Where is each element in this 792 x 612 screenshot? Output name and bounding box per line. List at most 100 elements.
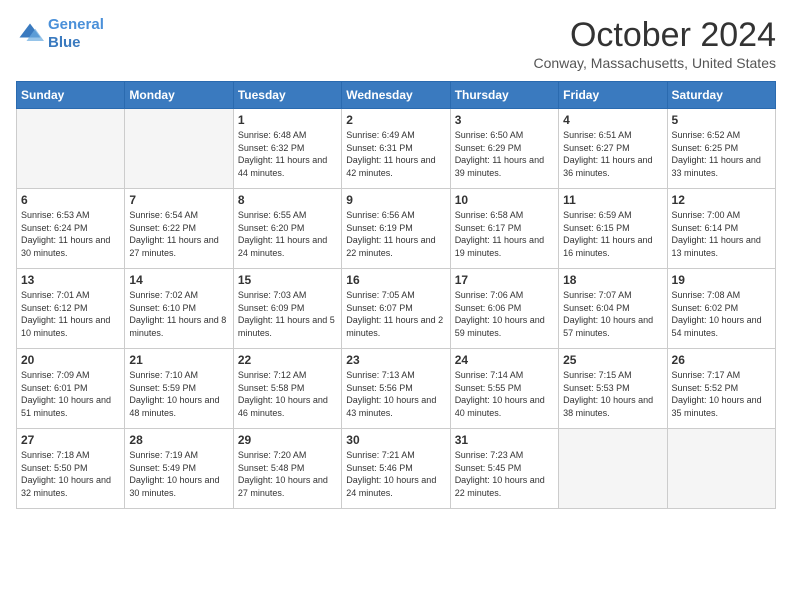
day-number: 28 (129, 433, 228, 447)
calendar-cell: 4 Sunrise: 6:51 AMSunset: 6:27 PMDaylight… (559, 109, 667, 189)
day-number: 26 (672, 353, 771, 367)
calendar-cell: 5Sunrise: 6:52 AMSunset: 6:25 PMDaylight… (667, 109, 775, 189)
day-info: Sunrise: 6:55 AMSunset: 6:20 PMDaylight:… (238, 209, 337, 259)
day-header-saturday: Saturday (667, 82, 775, 109)
calendar-cell: 14 Sunrise: 7:02 AMSunset: 6:10 PMDayligh… (125, 269, 233, 349)
calendar-cell: 17Sunrise: 7:06 AMSunset: 6:06 PMDayligh… (450, 269, 558, 349)
logo-icon (16, 20, 44, 48)
day-info: Sunrise: 6:51 AMSunset: 6:27 PMDaylight:… (563, 129, 662, 179)
calendar-cell: 2Sunrise: 6:49 AMSunset: 6:31 PMDaylight… (342, 109, 450, 189)
logo-line2: Blue (48, 34, 81, 51)
day-header-monday: Monday (125, 82, 233, 109)
day-info: Sunrise: 6:49 AMSunset: 6:31 PMDaylight:… (346, 129, 445, 179)
calendar-cell: 16 Sunrise: 7:05 AMSunset: 6:07 PMDayligh… (342, 269, 450, 349)
day-number: 12 (672, 193, 771, 207)
calendar-cell: 31 Sunrise: 7:23 AMSunset: 5:45 PMDayligh… (450, 429, 558, 509)
day-info: Sunrise: 6:50 AMSunset: 6:29 PMDaylight:… (455, 129, 554, 179)
day-info: Sunrise: 7:00 AMSunset: 6:14 PMDaylight:… (672, 209, 771, 259)
week-row-1: 1 Sunrise: 6:48 AMSunset: 6:32 PMDaylight… (17, 109, 776, 189)
week-row-2: 6 Sunrise: 6:53 AMSunset: 6:24 PMDaylight… (17, 189, 776, 269)
day-info: Sunrise: 6:53 AMSunset: 6:24 PMDaylight:… (21, 209, 120, 259)
day-info: Sunrise: 7:09 AMSunset: 6:01 PMDaylight:… (21, 369, 120, 419)
day-info: Sunrise: 7:15 AMSunset: 5:53 PMDaylight:… (563, 369, 662, 419)
day-info: Sunrise: 6:56 AMSunset: 6:19 PMDaylight:… (346, 209, 445, 259)
calendar-cell: 28 Sunrise: 7:19 AMSunset: 5:49 PMDayligh… (125, 429, 233, 509)
calendar-cell: 8 Sunrise: 6:55 AMSunset: 6:20 PMDaylight… (233, 189, 341, 269)
day-info: Sunrise: 7:01 AMSunset: 6:12 PMDaylight:… (21, 289, 120, 339)
day-info: Sunrise: 7:12 AMSunset: 5:58 PMDaylight:… (238, 369, 337, 419)
day-number: 13 (21, 273, 120, 287)
day-info: Sunrise: 7:02 AMSunset: 6:10 PMDaylight:… (129, 289, 228, 339)
week-row-4: 20 Sunrise: 7:09 AMSunset: 6:01 PMDayligh… (17, 349, 776, 429)
logo: General Blue (16, 16, 104, 52)
calendar-cell: 30Sunrise: 7:21 AMSunset: 5:46 PMDayligh… (342, 429, 450, 509)
calendar-cell: 11Sunrise: 6:59 AMSunset: 6:15 PMDayligh… (559, 189, 667, 269)
day-info: Sunrise: 7:07 AMSunset: 6:04 PMDaylight:… (563, 289, 662, 339)
calendar-cell: 29 Sunrise: 7:20 AMSunset: 5:48 PMDayligh… (233, 429, 341, 509)
calendar-cell: 1 Sunrise: 6:48 AMSunset: 6:32 PMDaylight… (233, 109, 341, 189)
location: Conway, Massachusetts, United States (533, 55, 776, 71)
calendar-cell: 21Sunrise: 7:10 AMSunset: 5:59 PMDayligh… (125, 349, 233, 429)
day-info: Sunrise: 6:59 AMSunset: 6:15 PMDaylight:… (563, 209, 662, 259)
calendar-cell: 19 Sunrise: 7:08 AMSunset: 6:02 PMDayligh… (667, 269, 775, 349)
calendar-cell: 22 Sunrise: 7:12 AMSunset: 5:58 PMDayligh… (233, 349, 341, 429)
day-info: Sunrise: 6:48 AMSunset: 6:32 PMDaylight:… (238, 129, 337, 179)
day-header-friday: Friday (559, 82, 667, 109)
day-info: Sunrise: 7:05 AMSunset: 6:07 PMDaylight:… (346, 289, 445, 339)
day-info: Sunrise: 7:20 AMSunset: 5:48 PMDaylight:… (238, 449, 337, 499)
day-info: Sunrise: 6:52 AMSunset: 6:25 PMDaylight:… (672, 129, 771, 179)
day-info: Sunrise: 7:19 AMSunset: 5:49 PMDaylight:… (129, 449, 228, 499)
day-number: 31 (455, 433, 554, 447)
day-number: 9 (346, 193, 445, 207)
day-number: 4 (563, 113, 662, 127)
day-number: 19 (672, 273, 771, 287)
header-row: SundayMondayTuesdayWednesdayThursdayFrid… (17, 82, 776, 109)
logo-text: General Blue (48, 16, 104, 52)
day-number: 16 (346, 273, 445, 287)
calendar-table: SundayMondayTuesdayWednesdayThursdayFrid… (16, 81, 776, 509)
calendar-cell (125, 109, 233, 189)
day-number: 3 (455, 113, 554, 127)
calendar-cell (17, 109, 125, 189)
week-row-3: 13 Sunrise: 7:01 AMSunset: 6:12 PMDayligh… (17, 269, 776, 349)
day-info: Sunrise: 7:10 AMSunset: 5:59 PMDaylight:… (129, 369, 228, 419)
calendar-cell (667, 429, 775, 509)
day-number: 29 (238, 433, 337, 447)
day-number: 10 (455, 193, 554, 207)
day-number: 18 (563, 273, 662, 287)
calendar-cell: 23 Sunrise: 7:13 AMSunset: 5:56 PMDayligh… (342, 349, 450, 429)
day-number: 1 (238, 113, 337, 127)
page-header: General Blue October 2024 Conway, Massac… (16, 16, 776, 71)
day-header-wednesday: Wednesday (342, 82, 450, 109)
title-block: October 2024 Conway, Massachusetts, Unit… (533, 16, 776, 71)
day-number: 20 (21, 353, 120, 367)
day-number: 24 (455, 353, 554, 367)
day-info: Sunrise: 6:58 AMSunset: 6:17 PMDaylight:… (455, 209, 554, 259)
day-number: 6 (21, 193, 120, 207)
calendar-cell: 25 Sunrise: 7:15 AMSunset: 5:53 PMDayligh… (559, 349, 667, 429)
day-number: 22 (238, 353, 337, 367)
day-info: Sunrise: 7:23 AMSunset: 5:45 PMDaylight:… (455, 449, 554, 499)
day-number: 8 (238, 193, 337, 207)
calendar-cell: 24 Sunrise: 7:14 AMSunset: 5:55 PMDayligh… (450, 349, 558, 429)
day-info: Sunrise: 7:08 AMSunset: 6:02 PMDaylight:… (672, 289, 771, 339)
day-number: 25 (563, 353, 662, 367)
day-number: 15 (238, 273, 337, 287)
day-number: 23 (346, 353, 445, 367)
calendar-cell: 15Sunrise: 7:03 AMSunset: 6:09 PMDayligh… (233, 269, 341, 349)
calendar-cell: 18 Sunrise: 7:07 AMSunset: 6:04 PMDayligh… (559, 269, 667, 349)
calendar-cell: 27Sunrise: 7:18 AMSunset: 5:50 PMDayligh… (17, 429, 125, 509)
day-info: Sunrise: 7:17 AMSunset: 5:52 PMDaylight:… (672, 369, 771, 419)
day-info: Sunrise: 7:13 AMSunset: 5:56 PMDaylight:… (346, 369, 445, 419)
day-header-sunday: Sunday (17, 82, 125, 109)
day-header-tuesday: Tuesday (233, 82, 341, 109)
calendar-cell: 10 Sunrise: 6:58 AMSunset: 6:17 PMDayligh… (450, 189, 558, 269)
day-number: 30 (346, 433, 445, 447)
calendar-cell: 20 Sunrise: 7:09 AMSunset: 6:01 PMDayligh… (17, 349, 125, 429)
day-number: 7 (129, 193, 228, 207)
day-info: Sunrise: 7:14 AMSunset: 5:55 PMDaylight:… (455, 369, 554, 419)
calendar-cell: 6 Sunrise: 6:53 AMSunset: 6:24 PMDaylight… (17, 189, 125, 269)
day-info: Sunrise: 7:06 AMSunset: 6:06 PMDaylight:… (455, 289, 554, 339)
day-info: Sunrise: 6:54 AMSunset: 6:22 PMDaylight:… (129, 209, 228, 259)
day-number: 14 (129, 273, 228, 287)
